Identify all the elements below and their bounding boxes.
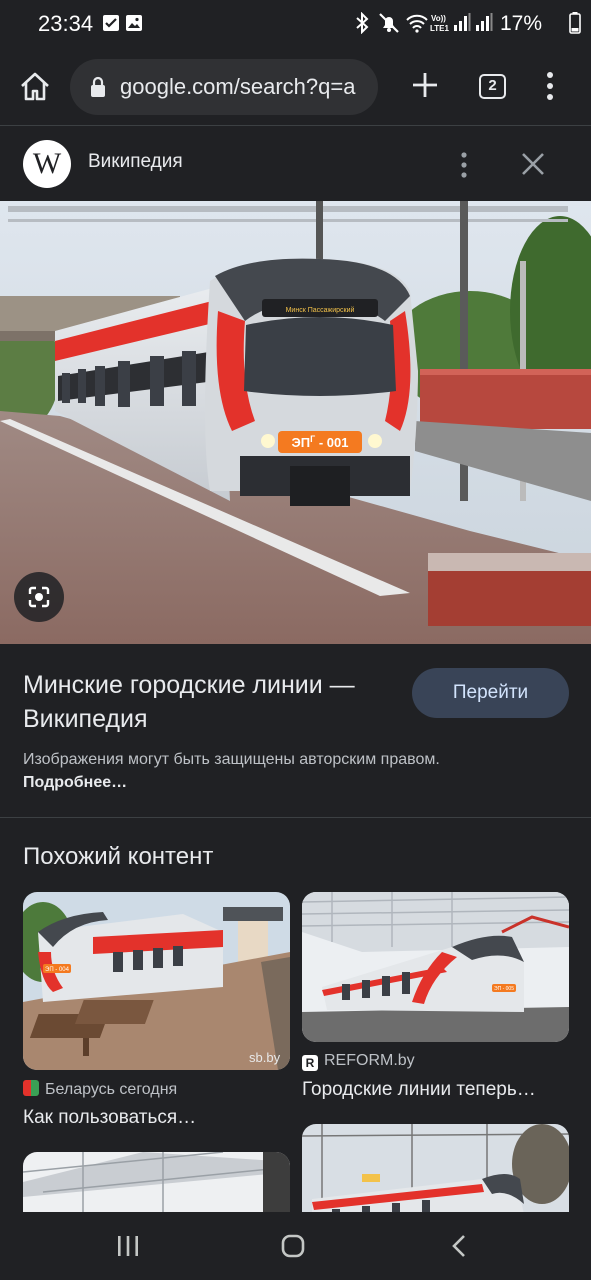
google-lens-icon	[28, 586, 50, 608]
learn-more-link[interactable]: Подробнее…	[23, 774, 127, 791]
copyright-text: Изображения могут быть защищены авторски…	[23, 751, 440, 768]
train-number-label: ЭПГ - 001	[292, 434, 349, 450]
svg-text:LTE1: LTE1	[430, 24, 450, 33]
related-caption[interactable]: Городские линии теперь…	[302, 1079, 536, 1101]
browser-toolbar: google.com/search?q=a 2	[0, 50, 591, 126]
battery-percent: 17%	[500, 12, 543, 35]
clock: 23:34	[38, 11, 94, 36]
destination-label: Минск Пассажирский	[286, 306, 355, 314]
watermark: sb.by	[249, 1050, 281, 1065]
visit-button[interactable]: Перейти	[412, 668, 569, 718]
home-icon[interactable]	[18, 70, 52, 104]
gallery-icon	[126, 15, 142, 31]
train-number-label: ЭП - 005	[494, 986, 514, 992]
home-nav-icon[interactable]	[281, 1234, 305, 1258]
close-icon[interactable]	[520, 151, 546, 177]
image-viewer-header: W Википедия	[0, 127, 591, 201]
related-thumbnail[interactable]: ЭП - 004 sb.by	[23, 892, 290, 1070]
wifi-icon	[406, 14, 428, 33]
train-photo: Минск Пассажирский ЭПГ - 001	[0, 201, 591, 644]
train-photo: ЭП - 005	[302, 892, 569, 1042]
related-thumbnail[interactable]: ЭП - 005	[302, 892, 569, 1042]
more-vert-icon[interactable]	[454, 151, 474, 179]
battery-icon	[569, 12, 581, 34]
recent-apps-icon[interactable]	[116, 1234, 140, 1258]
bluetooth-icon	[356, 12, 369, 34]
related-source[interactable]: Беларусь сегодня	[23, 1080, 177, 1099]
status-bar: 23:34 Vo)) LTE1 17%	[0, 0, 591, 50]
more-vert-icon[interactable]	[540, 70, 560, 102]
signal-icon	[454, 13, 471, 31]
related-section-title: Похожий контент	[23, 843, 214, 870]
volte-icon: Vo))LTE1	[430, 14, 450, 33]
signal-icon-2	[476, 13, 493, 31]
lock-icon[interactable]	[90, 76, 106, 98]
checkbox-notification-icon	[103, 15, 119, 31]
source-label: Беларусь сегодня	[45, 1081, 178, 1098]
system-nav-bar	[0, 1212, 591, 1280]
train-number-label: ЭП - 004	[45, 967, 70, 973]
reform-favicon-icon: R	[302, 1055, 318, 1071]
related-caption[interactable]: Как пользоваться…	[23, 1107, 196, 1129]
source-name[interactable]: Википедия	[88, 151, 183, 173]
address-bar[interactable]: google.com/search?q=a	[70, 59, 378, 115]
mute-icon	[379, 13, 399, 33]
back-icon[interactable]	[448, 1234, 472, 1258]
new-tab-icon[interactable]	[410, 70, 440, 100]
tab-switcher-button[interactable]: 2	[479, 74, 506, 99]
belarus-today-favicon-icon	[23, 1080, 39, 1096]
lens-button[interactable]	[14, 572, 64, 622]
image-info: Минские городские линии — Википедия Пере…	[0, 644, 591, 818]
train-photo: ЭП - 004 sb.by	[23, 892, 290, 1070]
page-title[interactable]: Минские городские линии — Википедия	[23, 668, 403, 736]
main-image[interactable]: Минск Пассажирский ЭПГ - 001	[0, 201, 591, 644]
source-label: REFORM.by	[324, 1052, 415, 1069]
copyright-note: Изображения могут быть защищены авторски…	[23, 748, 443, 794]
wikipedia-logo-icon: W	[23, 140, 71, 188]
url-text[interactable]: google.com/search?q=a	[120, 74, 372, 100]
svg-text:Vo)): Vo))	[431, 14, 446, 23]
related-source[interactable]: R REFORM.by	[302, 1052, 415, 1071]
